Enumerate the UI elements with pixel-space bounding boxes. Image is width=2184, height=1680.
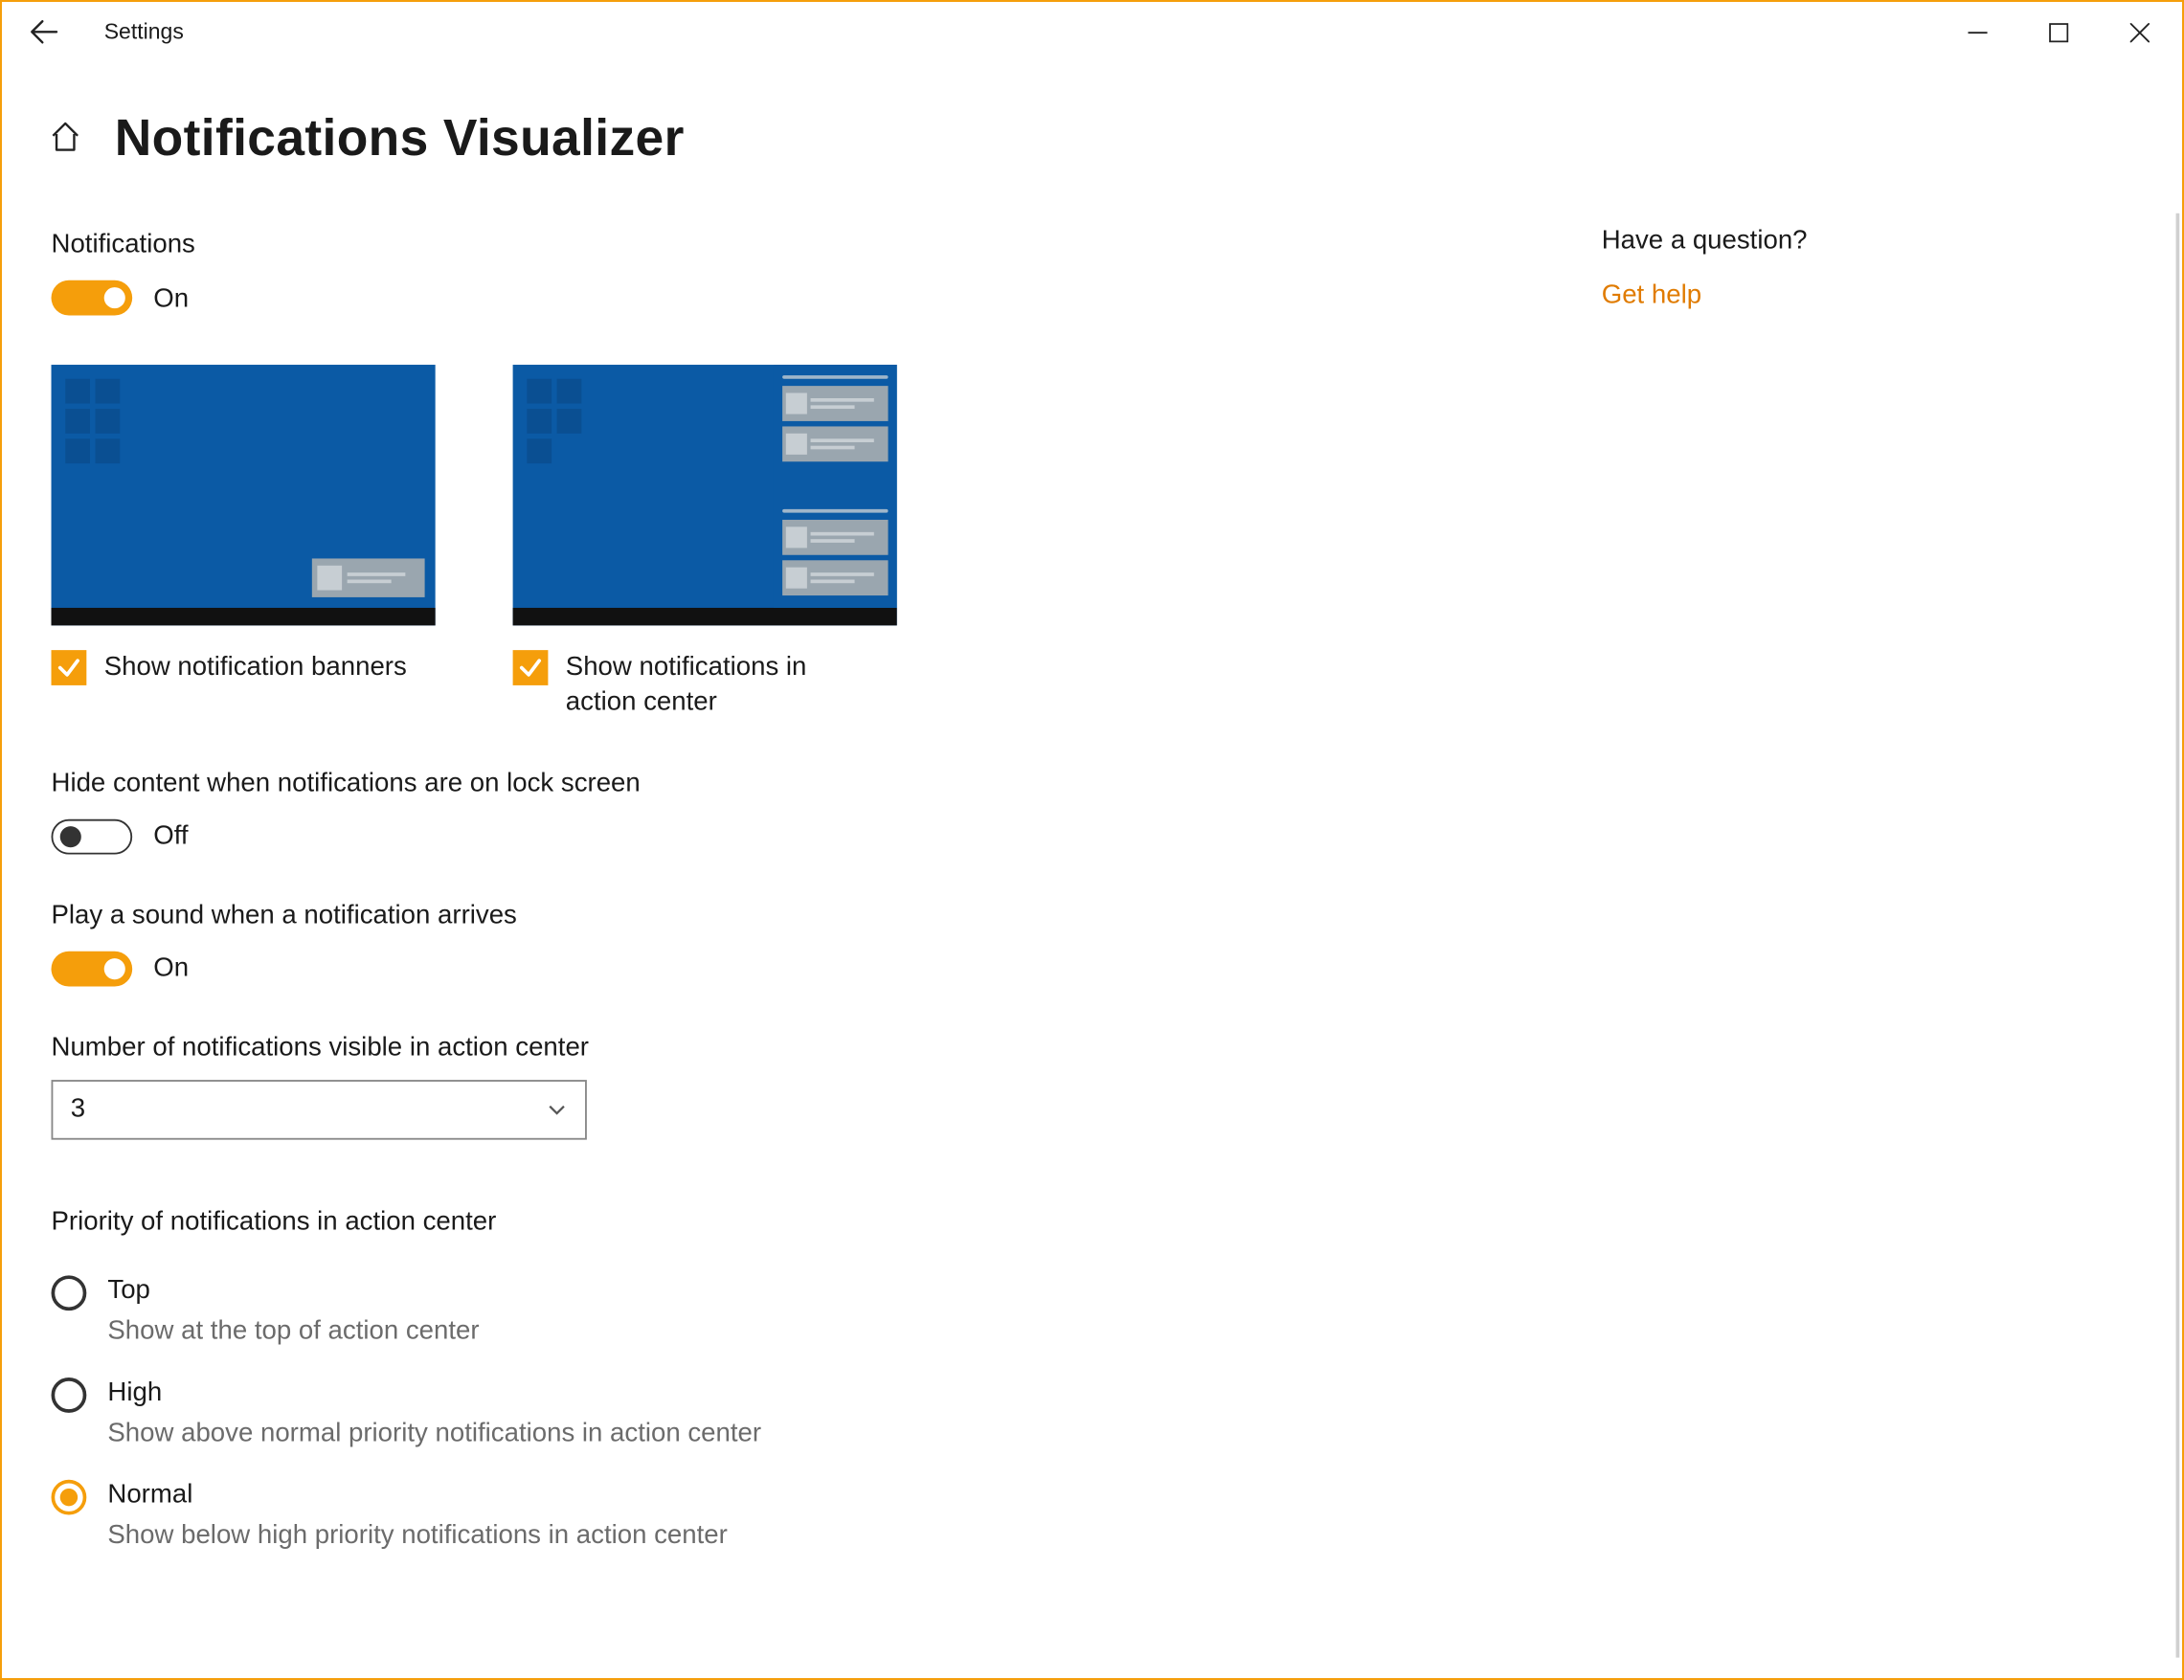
banner-preview-image: [52, 365, 436, 625]
sound-label: Play a sound when a notification arrives: [52, 899, 1532, 929]
get-help-link[interactable]: Get help: [1602, 280, 2095, 310]
check-icon: [518, 656, 543, 681]
notifications-header: Notifications: [52, 229, 1532, 258]
lock-screen-label: Hide content when notifications are on l…: [52, 767, 1532, 796]
show-action-center-label: Show notifications in action center: [566, 650, 883, 722]
window-controls: [1936, 4, 2179, 60]
show-action-center-checkbox[interactable]: [513, 650, 549, 685]
arrow-left-icon: [30, 18, 57, 46]
close-button[interactable]: [2099, 4, 2180, 60]
scrollbar[interactable]: [2176, 213, 2180, 1658]
priority-option-normal: Normal Show below high priority notifica…: [52, 1479, 1532, 1550]
lock-screen-toggle[interactable]: [52, 818, 133, 854]
visible-count-select[interactable]: 3: [52, 1079, 587, 1139]
sound-toggle-state: On: [153, 953, 189, 983]
maximize-icon: [2048, 22, 2067, 41]
close-icon: [2129, 22, 2149, 41]
home-button[interactable]: [48, 119, 83, 161]
show-banners-label: Show notification banners: [104, 650, 407, 685]
priority-radio-group: Top Show at the top of action center Hig…: [52, 1274, 1532, 1549]
help-sidebar: Have a question? Get help: [1602, 197, 2095, 1549]
main-content: Notifications On: [52, 197, 1602, 1549]
back-button[interactable]: [16, 4, 73, 60]
priority-desc-normal: Show below high priority notifications i…: [107, 1519, 727, 1549]
lock-screen-toggle-state: Off: [153, 821, 188, 851]
notifications-toggle[interactable]: [52, 280, 133, 316]
priority-radio-normal[interactable]: [52, 1479, 87, 1514]
banner-preview-column: Show notification banners: [52, 365, 436, 722]
minimize-icon: [1968, 22, 1987, 41]
window-title: Settings: [73, 19, 184, 44]
priority-label-top: Top: [107, 1274, 479, 1304]
action-center-preview-image: [513, 365, 897, 625]
priority-option-high: High Show above normal priority notifica…: [52, 1377, 1532, 1447]
action-center-preview-column: Show notifications in action center: [513, 365, 897, 722]
priority-option-top: Top Show at the top of action center: [52, 1274, 1532, 1345]
maximize-button[interactable]: [2017, 4, 2099, 60]
minimize-button[interactable]: [1936, 4, 2017, 60]
priority-radio-top[interactable]: [52, 1274, 87, 1310]
priority-desc-high: Show above normal priority notifications…: [107, 1417, 761, 1446]
sound-toggle[interactable]: [52, 951, 133, 986]
visible-count-value: 3: [71, 1094, 85, 1124]
notifications-toggle-label: On: [153, 282, 189, 312]
page-header: Notifications Visualizer: [2, 62, 2179, 198]
notifications-toggle-row: On: [52, 280, 1532, 316]
visible-count-label: Number of notifications visible in actio…: [52, 1031, 1532, 1061]
priority-header: Priority of notifications in action cent…: [52, 1206, 1532, 1236]
chevron-down-icon: [547, 1098, 568, 1119]
titlebar: Settings: [2, 2, 2179, 62]
help-question: Have a question?: [1602, 226, 2095, 256]
show-banners-checkbox[interactable]: [52, 650, 87, 685]
notification-previews: Show notification banners: [52, 365, 1532, 722]
priority-label-high: High: [107, 1377, 761, 1406]
priority-radio-high[interactable]: [52, 1377, 87, 1412]
priority-desc-top: Show at the top of action center: [107, 1315, 479, 1345]
priority-label-normal: Normal: [107, 1479, 727, 1509]
page-title: Notifications Visualizer: [115, 111, 685, 169]
check-icon: [56, 656, 81, 681]
home-icon: [48, 119, 83, 154]
